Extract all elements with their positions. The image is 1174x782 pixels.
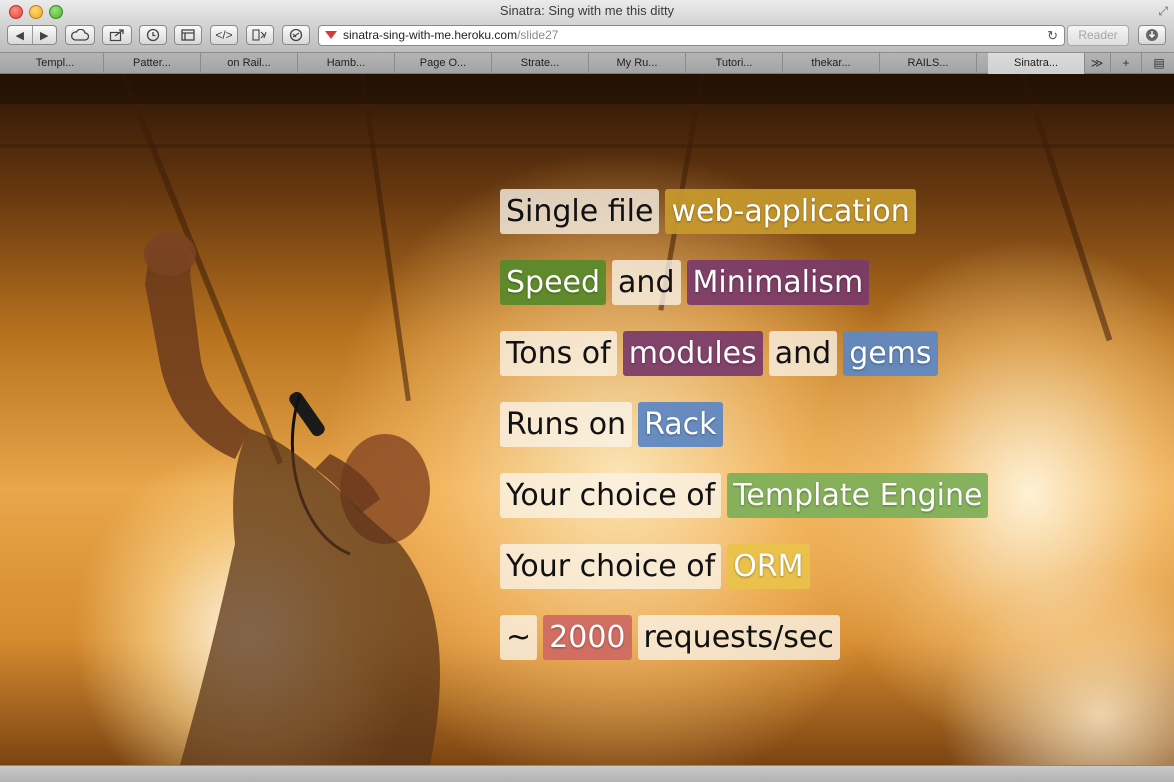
title-bar: Sinatra: Sing with me this ditty ⤢ (0, 0, 1174, 22)
tab[interactable]: Hamb... (298, 53, 395, 74)
address-bar[interactable]: sinatra-sing-with-me.heroku.com/slide27 … (318, 25, 1065, 46)
url-text[interactable]: sinatra-sing-with-me.heroku.com/slide27 (343, 26, 558, 45)
bullet-chip: Single file (500, 189, 660, 234)
tab-label: Patter... (133, 57, 171, 69)
highlight-chip: Template Engine (727, 473, 989, 518)
bullet-line: Tons of modules and gems (500, 331, 944, 376)
highlight-chip: web-application (665, 189, 916, 234)
zoom-window-button[interactable] (49, 5, 63, 19)
sidebar-icon (181, 29, 195, 41)
tab[interactable]: RAILS... (880, 53, 977, 74)
url-host: sinatra-sing-with-me.heroku.com (343, 28, 518, 42)
tab[interactable]: Page O... (395, 53, 492, 74)
source-button[interactable] (246, 25, 274, 45)
slide-stage: Single file web-application Speed and Minim… (0, 74, 1174, 765)
source-icon (252, 29, 267, 41)
icloud-tabs-button[interactable] (65, 25, 95, 45)
share-icon (109, 29, 124, 42)
highlight-chip: Speed (500, 260, 607, 305)
bullet-chip: ~ (500, 615, 538, 660)
tab[interactable]: Strate... (492, 53, 589, 74)
share-button[interactable] (102, 25, 132, 45)
fullscreen-icon[interactable]: ⤢ (1158, 4, 1168, 18)
bullet-line: Your choice of ORM (500, 544, 816, 589)
tab-label: Templ... (35, 57, 75, 69)
tab-label: Sinatra... (1013, 57, 1059, 69)
back-arrow-icon[interactable]: ◀ (8, 29, 32, 42)
url-path: /slide27 (517, 28, 559, 42)
tab[interactable]: Patter... (104, 53, 201, 74)
bullet-chip: Runs on (500, 402, 633, 447)
bullet-line: Runs on Rack (500, 402, 729, 447)
bullet-line: Speed and Minimalism (500, 260, 875, 305)
tab-label: Tutori... (715, 57, 753, 69)
extension-icon (289, 28, 303, 42)
tab-bar: Templ... Patter... on Rail... Hamb... Pa… (0, 52, 1174, 74)
extension-button[interactable] (282, 25, 310, 45)
history-clock-icon (146, 28, 160, 42)
close-window-button[interactable] (9, 5, 23, 19)
tab-label: Strate... (520, 57, 560, 69)
bullet-chip: Your choice of (500, 544, 722, 589)
bullet-chip: and (612, 260, 681, 305)
tab-view-icon[interactable]: ▤ (1148, 53, 1170, 74)
reload-icon[interactable]: ↻ (1047, 26, 1058, 45)
tab-label: Hamb... (326, 57, 366, 69)
tab-label: on Rail... (227, 57, 271, 69)
status-bar (0, 765, 1174, 782)
stage-truss (1020, 74, 1113, 342)
bullet-line: Your choice of Template Engine (500, 473, 994, 518)
tab-overflow-button[interactable]: ≫ (1088, 53, 1106, 74)
window-title: Sinatra: Sing with me this ditty (499, 3, 675, 18)
tab-active[interactable]: Sinatra... (988, 53, 1085, 74)
tab[interactable]: Tutori... (686, 53, 783, 74)
stage-truss (0, 144, 1174, 148)
tab[interactable]: on Rail... (201, 53, 298, 74)
history-button[interactable] (139, 25, 167, 45)
highlight-chip: ORM (727, 544, 810, 589)
bullet-chip: requests/sec (637, 615, 840, 660)
tab-label: thekar... (811, 57, 851, 69)
bullet-chip: and (768, 331, 838, 376)
code-icon: </> (215, 28, 233, 42)
tab[interactable]: thekar... (783, 53, 880, 74)
tab[interactable]: Templ... (7, 53, 104, 74)
forward-arrow-icon[interactable]: ▶ (33, 29, 57, 42)
bullet-line: Single file web-application (500, 189, 922, 234)
minimize-window-button[interactable] (29, 5, 43, 19)
stage-roof (0, 74, 1174, 104)
highlight-chip: Minimalism (686, 260, 870, 305)
highlight-chip: modules (622, 331, 763, 376)
singer-photo (144, 232, 440, 765)
tab-label: Page O... (419, 57, 467, 69)
favicon-icon (325, 31, 337, 39)
tab[interactable]: My Ru... (589, 53, 686, 74)
tab-label: RAILS... (907, 57, 949, 69)
cloud-icon (71, 29, 89, 41)
highlight-chip: 2000 (543, 615, 632, 660)
bullet-chip: Tons of (500, 331, 617, 376)
new-tab-button[interactable]: + (1110, 53, 1142, 74)
web-inspector-button[interactable]: </> (210, 25, 238, 45)
reader-button[interactable]: Reader (1067, 25, 1129, 46)
highlight-chip: Rack (638, 402, 723, 447)
bullet-chip: Your choice of (500, 473, 722, 518)
download-icon (1146, 29, 1158, 41)
tab-label: My Ru... (616, 57, 658, 69)
browser-toolbar: ◀ ▶ </> sinatra-sing-with-me.heroku.com/… (0, 22, 1174, 52)
bullet-line: ~2000 requests/sec (500, 615, 846, 660)
highlight-chip: gems (843, 331, 938, 376)
back-forward-buttons: ◀ ▶ (7, 25, 57, 45)
downloads-button[interactable] (1138, 25, 1166, 45)
sidebar-button[interactable] (174, 25, 202, 45)
